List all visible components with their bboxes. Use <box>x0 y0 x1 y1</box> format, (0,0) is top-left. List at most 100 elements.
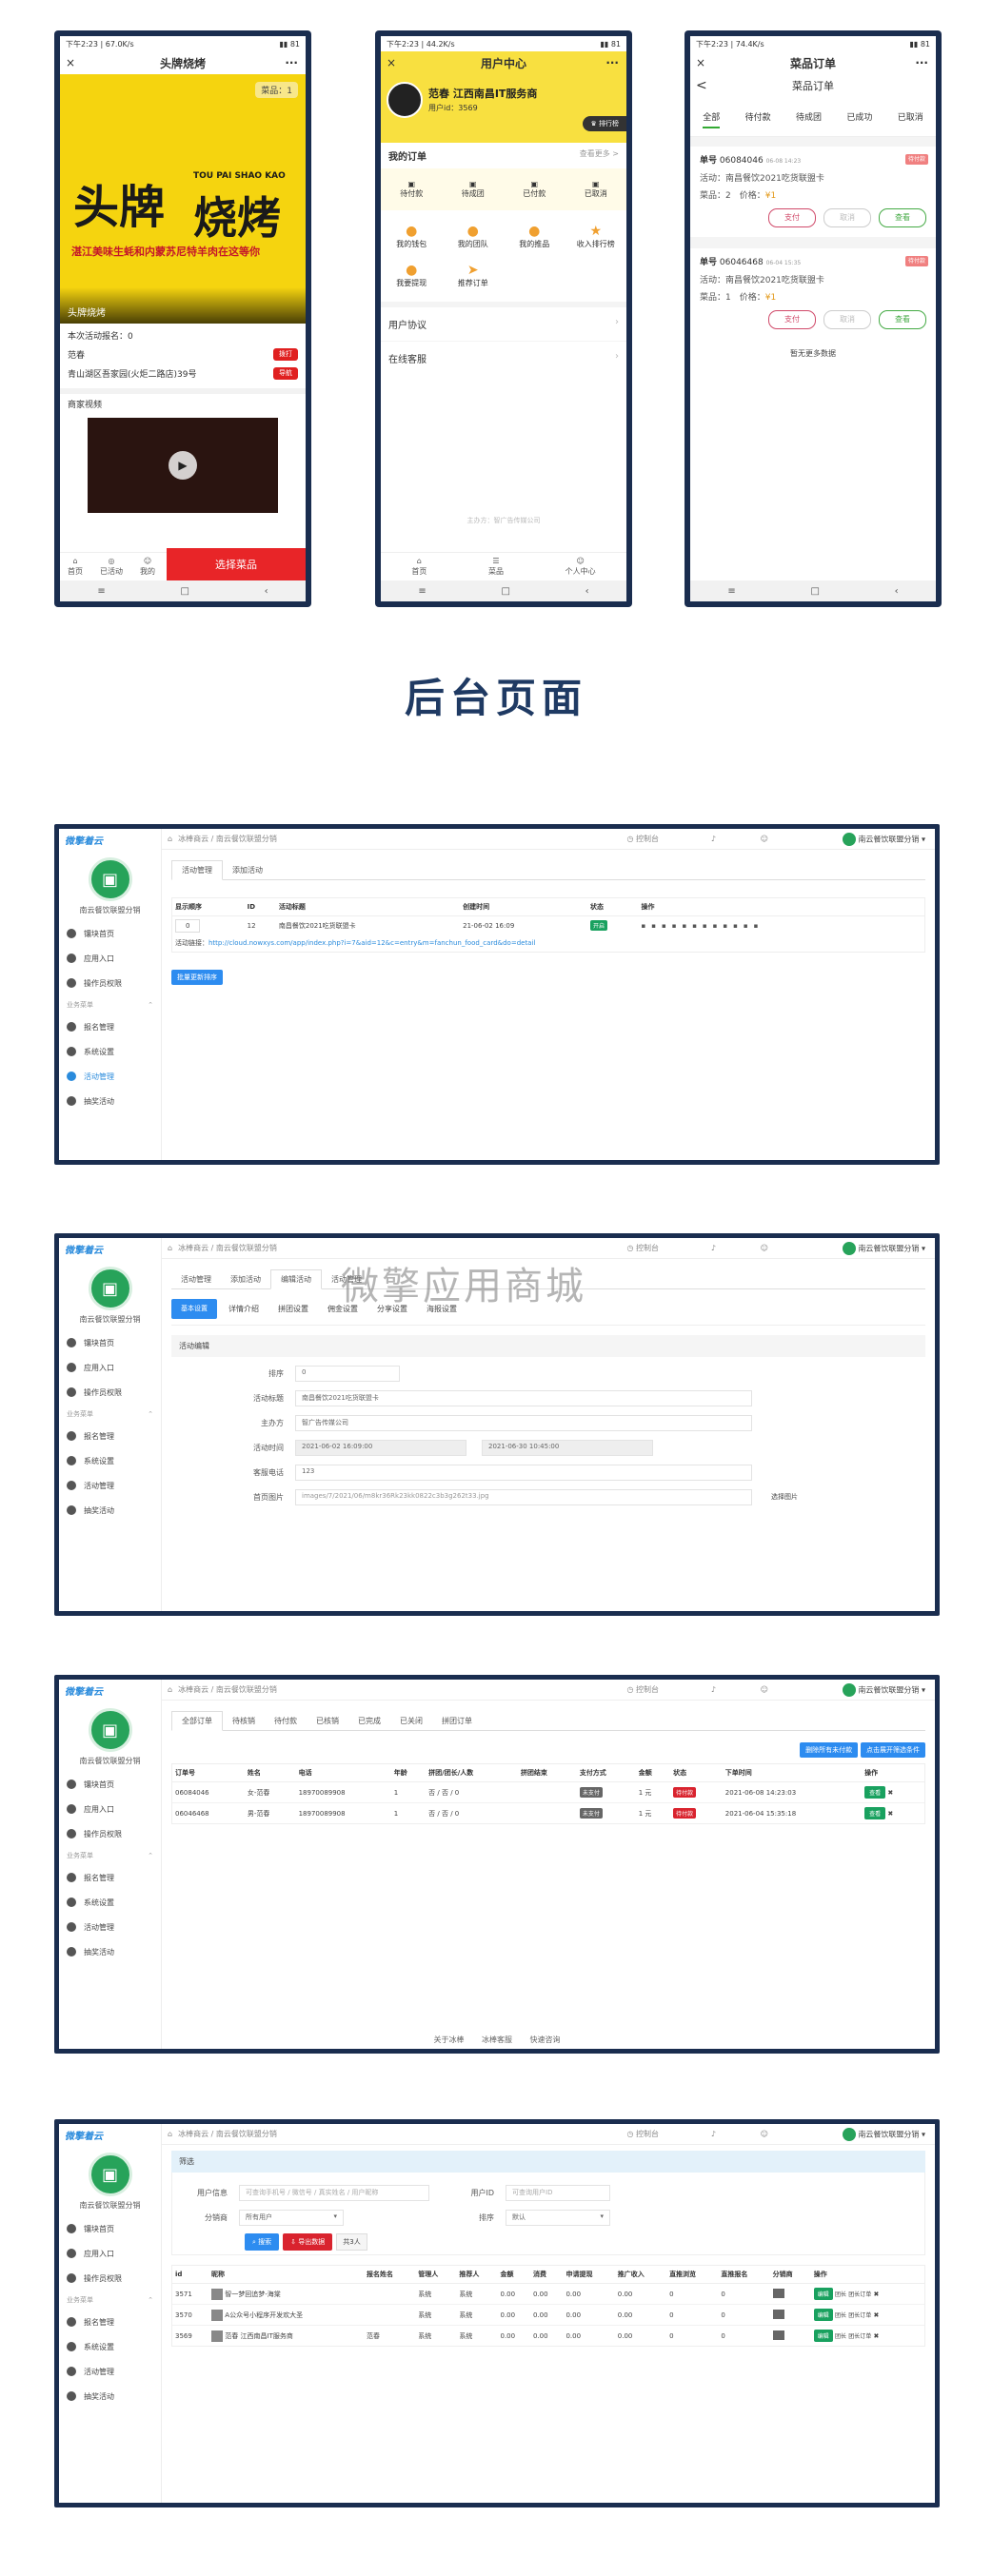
user-menu-icon[interactable]: ☺ <box>761 2130 768 2138</box>
grid-promo[interactable]: ● 我的推品 <box>504 224 565 249</box>
close-icon[interactable]: ✖ <box>874 2291 880 2298</box>
tab-success[interactable]: 已成功 <box>846 110 872 128</box>
close-icon[interactable]: ✖ <box>887 1810 893 1818</box>
bell-icon[interactable]: ♪ <box>711 835 716 843</box>
view-button[interactable]: 查看 <box>879 310 926 329</box>
image-path-input[interactable]: images/7/2021/06/m8kr36Rk23kk0822c3b3g26… <box>295 1488 752 1505</box>
user-menu-icon[interactable]: ☺ <box>761 835 768 843</box>
close-icon[interactable]: × <box>696 56 705 69</box>
sidebar-group[interactable]: 业务菜单 ⌃ <box>59 2291 161 2310</box>
distributor-toggle[interactable] <box>772 2288 784 2298</box>
tab-pending-group[interactable]: 待成团 <box>796 110 822 128</box>
sidebar-item-signup[interactable]: 报名管理 <box>59 2310 161 2334</box>
bell-icon[interactable]: ♪ <box>711 1685 716 1694</box>
sidebar-item-home[interactable]: 镶块首页 <box>59 1330 161 1355</box>
service-row[interactable]: 在线客服 › <box>381 341 626 375</box>
sidebar-item-activities[interactable]: 活动管理 <box>59 1473 161 1498</box>
back-icon[interactable]: ‹ <box>895 586 899 597</box>
play-icon[interactable]: ▶ <box>169 451 197 480</box>
sidebar-item-permissions[interactable]: 操作员权限 <box>59 971 161 995</box>
console-link[interactable]: ◷ 控制台 <box>626 834 659 844</box>
tab-home[interactable]: ⌂ 首页 <box>68 557 83 577</box>
delete-unpaid-button[interactable]: 删除所有未付款 <box>800 1742 859 1758</box>
sort-input[interactable]: 0 <box>295 1365 400 1382</box>
view-button[interactable]: 查看 <box>864 1786 886 1799</box>
back-icon[interactable]: < <box>696 78 707 93</box>
leader-orders-link[interactable]: 团长订单 <box>848 2333 871 2340</box>
pay-button[interactable]: 支付 <box>768 208 816 227</box>
sidebar-item-permissions[interactable]: 操作员权限 <box>59 1380 161 1405</box>
user-id-input[interactable]: 可查询用户ID <box>506 2184 610 2201</box>
sidebar-item-lottery[interactable]: 抽奖活动 <box>59 1089 161 1113</box>
tab-mine[interactable]: ☺ 个人中心 <box>565 557 596 577</box>
back-icon[interactable]: ‹ <box>585 586 589 597</box>
home-square-icon[interactable]: □ <box>501 586 509 597</box>
footer-link-about[interactable]: 关于冰棒 <box>433 2035 464 2044</box>
tab-edit-activity[interactable]: 编辑活动 <box>270 1269 322 1289</box>
tab-all-orders[interactable]: 全部订单 <box>171 1711 223 1731</box>
shop-switcher[interactable]: 南云餐饮联盟分销 ▾ <box>842 1241 925 1255</box>
leader-link[interactable]: 团长 <box>835 2291 846 2298</box>
more-icon[interactable]: ··· <box>605 56 619 69</box>
close-icon[interactable]: × <box>66 56 75 69</box>
home-square-icon[interactable]: □ <box>180 586 188 597</box>
close-icon[interactable]: ✖ <box>874 2311 880 2319</box>
toggle-filter-button[interactable]: 点击展开筛选条件 <box>861 1742 925 1758</box>
end-time-input[interactable]: 2021-06-30 10:45:00 <box>482 1439 653 1456</box>
sort-select[interactable]: 默认 ▾ <box>506 2209 610 2226</box>
console-link[interactable]: ◷ 控制台 <box>626 1243 659 1253</box>
grid-withdraw[interactable]: ● 我要提现 <box>381 263 443 288</box>
cancel-button[interactable]: 取消 <box>823 310 871 329</box>
menu-icon[interactable]: ≡ <box>418 586 426 597</box>
shop-switcher[interactable]: 南云餐饮联盟分销 ▾ <box>842 1682 925 1697</box>
tab-pending-payment[interactable]: 待付款 <box>265 1712 307 1730</box>
sidebar-group[interactable]: 业务菜单 ⌃ <box>59 1846 161 1865</box>
orders-more-link[interactable]: 查看更多 > <box>580 148 619 163</box>
sidebar-item-home[interactable]: 镶块首页 <box>59 1772 161 1797</box>
tab-home[interactable]: ⌂ 首页 <box>411 557 427 577</box>
tab-verified[interactable]: 已核销 <box>307 1712 348 1730</box>
shop-switcher[interactable]: 南云餐饮联盟分销 ▾ <box>842 2127 925 2141</box>
edit-button[interactable]: 编辑 <box>813 2309 833 2321</box>
leader-link[interactable]: 团长 <box>835 2333 846 2340</box>
more-icon[interactable]: ··· <box>285 56 298 69</box>
tab-pending-verify[interactable]: 待核销 <box>223 1712 265 1730</box>
title-input[interactable]: 南昌餐饮2021吃货联盟卡 <box>295 1389 752 1406</box>
batch-sort-button[interactable]: 批量更新排序 <box>171 970 223 985</box>
sidebar-item-settings[interactable]: 系统设置 <box>59 1448 161 1473</box>
tab-mine[interactable]: ☺ 我的 <box>140 557 155 577</box>
sidebar-item-settings[interactable]: 系统设置 <box>59 1890 161 1915</box>
shop-video[interactable]: ▶ <box>88 418 278 513</box>
sidebar-item-settings[interactable]: 系统设置 <box>59 2334 161 2359</box>
distributor-toggle[interactable] <box>772 2309 784 2319</box>
choose-image-button[interactable]: 选择图片 <box>771 1492 798 1502</box>
menu-icon[interactable]: ≡ <box>727 586 735 597</box>
activity-link[interactable]: http://cloud.nowxys.com/app/index.php?i=… <box>208 939 535 947</box>
sidebar-item-entry[interactable]: 应用入口 <box>59 946 161 971</box>
cancel-button[interactable]: 取消 <box>823 208 871 227</box>
tab-add-activity[interactable]: 添加活动 <box>221 1270 270 1288</box>
leader-orders-link[interactable]: 团长订单 <box>848 2312 871 2319</box>
sidebar-item-lottery[interactable]: 抽奖活动 <box>59 1498 161 1523</box>
sidebar-item-lottery[interactable]: 抽奖活动 <box>59 1939 161 1964</box>
edit-button[interactable]: 编辑 <box>813 2330 833 2342</box>
view-button[interactable]: 查看 <box>879 208 926 227</box>
rank-button[interactable]: ♛ 排行榜 <box>583 116 626 131</box>
select-dish-button[interactable]: 选择菜品 <box>167 548 306 580</box>
subtab-basic[interactable]: 基本设置 <box>171 1299 217 1319</box>
user-menu-icon[interactable]: ☺ <box>761 1244 768 1252</box>
sidebar-item-signup[interactable]: 报名管理 <box>59 1014 161 1039</box>
tab-menu[interactable]: ☰ 菜品 <box>488 557 504 577</box>
close-icon[interactable]: × <box>387 56 396 69</box>
pay-button[interactable]: 支付 <box>768 310 816 329</box>
organizer-input[interactable]: 智广告传媒公司 <box>295 1414 752 1431</box>
grid-recommend[interactable]: ➤ 推荐订单 <box>443 263 505 288</box>
sidebar-item-permissions[interactable]: 操作员权限 <box>59 1821 161 1846</box>
home-icon[interactable]: ⌂ <box>168 1685 172 1694</box>
view-button[interactable]: 查看 <box>864 1807 886 1819</box>
edit-button[interactable]: 编辑 <box>813 2288 833 2300</box>
console-link[interactable]: ◷ 控制台 <box>626 1684 659 1695</box>
tab-activity-manage[interactable]: 活动管理 <box>171 860 223 880</box>
leader-orders-link[interactable]: 团长订单 <box>848 2291 871 2298</box>
home-square-icon[interactable]: □ <box>810 586 819 597</box>
